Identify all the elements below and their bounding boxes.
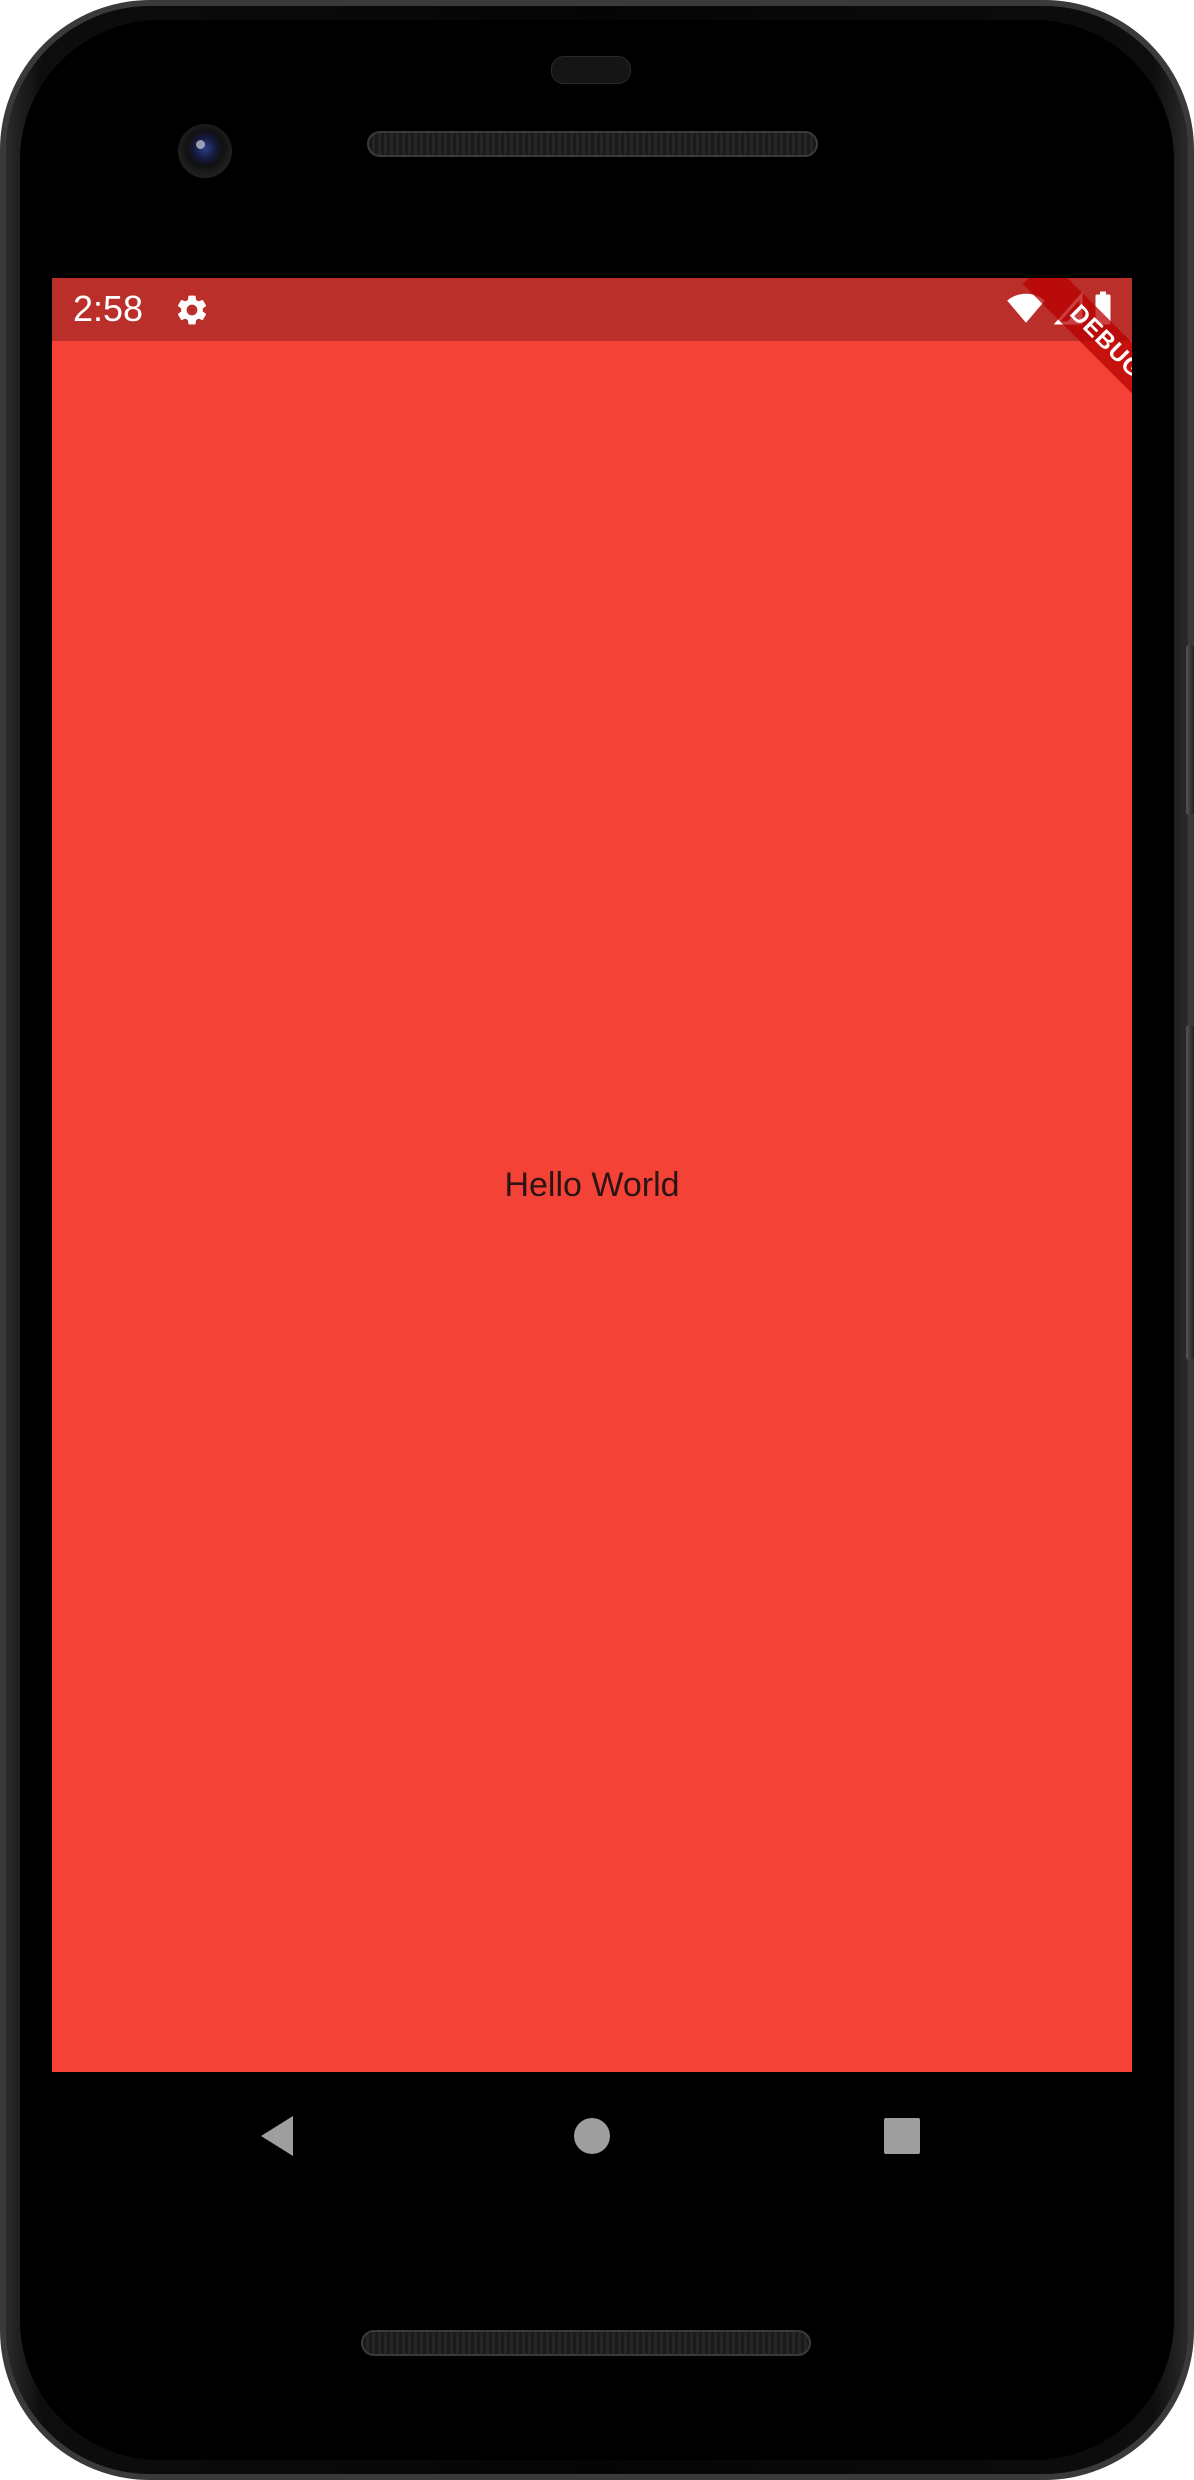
- status-bar: 2:58: [52, 278, 1132, 341]
- volume-rocker[interactable]: [1186, 1025, 1194, 1360]
- navigation-bar: [52, 2072, 1132, 2198]
- cellular-signal-icon: [1053, 290, 1084, 331]
- recents-icon: [884, 2118, 920, 2154]
- back-button[interactable]: [237, 2096, 317, 2176]
- back-icon: [261, 2116, 293, 2156]
- front-camera-icon: [178, 124, 232, 178]
- status-icons: [1006, 290, 1114, 331]
- wifi-icon: [1006, 290, 1046, 331]
- home-button[interactable]: [552, 2096, 632, 2176]
- settings-gear-icon: [174, 292, 210, 328]
- power-button[interactable]: [1186, 645, 1194, 815]
- home-icon: [574, 2118, 610, 2154]
- earpiece-speaker: [367, 131, 818, 157]
- device-screen: 2:58 Hello World DEBUG: [52, 278, 1132, 2072]
- status-time: 2:58: [73, 288, 144, 329]
- bottom-speaker: [361, 2330, 811, 2356]
- battery-icon: [1092, 290, 1114, 331]
- recents-button[interactable]: [862, 2096, 942, 2176]
- hello-text: Hello World: [504, 1166, 680, 1204]
- sensor-slot: [551, 56, 631, 84]
- app-body: Hello World: [52, 341, 1132, 2072]
